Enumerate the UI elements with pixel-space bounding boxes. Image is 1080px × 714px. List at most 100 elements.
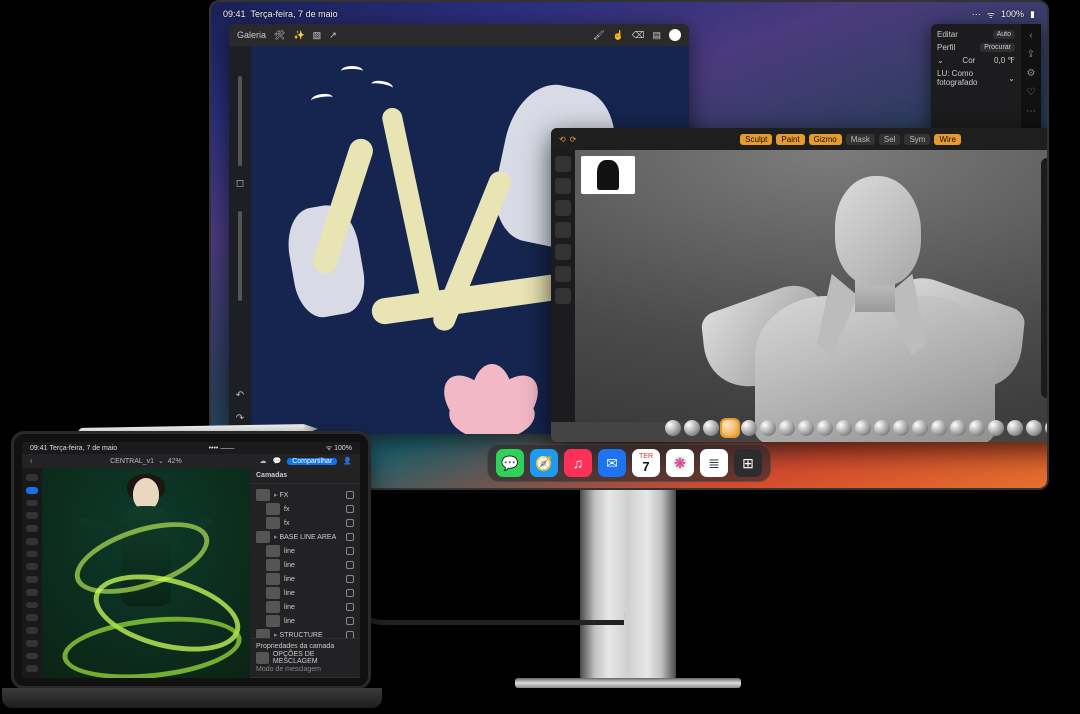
back-button[interactable]: ‹ [30, 458, 32, 465]
comment-icon[interactable]: 💬 [272, 457, 281, 465]
sliders-icon[interactable]: ⚙ [1027, 68, 1036, 79]
nomad-chip-mask[interactable]: Mask [846, 134, 875, 145]
ipad-tool[interactable] [26, 665, 38, 672]
share-icon[interactable]: ⇪ [1027, 49, 1035, 60]
color-icon[interactable] [669, 29, 681, 41]
chevron-down-icon[interactable]: ⌄ [1008, 74, 1015, 83]
nomad-left-tool[interactable] [555, 156, 571, 172]
dock-app-reminders[interactable]: ≣ [700, 449, 728, 477]
chevron-down-icon[interactable]: ⌄ [158, 458, 164, 465]
visibility-toggle[interactable] [346, 491, 354, 499]
nomad-chip-paint[interactable]: Paint [776, 134, 804, 145]
ipad-tool[interactable] [26, 487, 38, 494]
ipad-tool[interactable] [26, 538, 38, 545]
visibility-toggle[interactable] [346, 505, 354, 513]
visibility-toggle[interactable] [346, 561, 354, 569]
dock-app-calendar[interactable]: TER7 [632, 449, 660, 477]
person-icon[interactable]: 👤 [343, 457, 352, 465]
mirror-icon[interactable]: ⟲ [559, 135, 566, 144]
nomad-chip-sym[interactable]: Sym [904, 134, 930, 145]
brush-preset[interactable] [665, 420, 681, 436]
smudge-icon[interactable]: ☝ [613, 30, 624, 41]
layers-list[interactable]: FXfxfxBASE LINE AREAlinelinelinelineline… [250, 484, 360, 639]
dock-app-photos[interactable]: ❋ [666, 449, 694, 477]
brush-preset[interactable] [874, 420, 890, 436]
back-icon[interactable]: ‹ [1029, 30, 1032, 41]
nomad-left-tool[interactable] [555, 200, 571, 216]
arrow-icon[interactable]: ↗ [329, 30, 337, 41]
brush-preset[interactable] [1045, 420, 1050, 436]
brush-preset[interactable] [722, 420, 738, 436]
brush-preset[interactable] [817, 420, 833, 436]
nomad-left-tool[interactable] [555, 222, 571, 238]
favorite-icon[interactable]: ♡ [1027, 87, 1036, 98]
visibility-toggle[interactable] [346, 603, 354, 611]
brush-preset[interactable] [741, 420, 757, 436]
ipad-tool[interactable] [26, 640, 38, 647]
brush-preset[interactable] [703, 420, 719, 436]
blend-mode-label[interactable]: Modo de mesclagem [256, 666, 354, 673]
layer-item[interactable]: line [256, 614, 354, 628]
nomad-chip-sel[interactable]: Sel [879, 134, 901, 145]
layer-item[interactable]: fx [256, 502, 354, 516]
ipad-tool[interactable] [26, 653, 38, 660]
brush-size-slider[interactable] [238, 76, 242, 166]
modify-icon[interactable]: ◻ [236, 178, 244, 189]
reference-thumbnail[interactable] [581, 156, 635, 194]
nomad-canvas[interactable] [575, 150, 1049, 422]
layer-item[interactable]: line [256, 572, 354, 586]
dock-app-app-library[interactable]: ⊞ [734, 449, 762, 477]
nomad-chip-wire[interactable]: Wire [934, 134, 960, 145]
gallery-button[interactable]: Galeria [237, 30, 266, 40]
brush-preset[interactable] [912, 420, 928, 436]
profile-button[interactable]: Procurar [980, 43, 1015, 52]
document-title[interactable]: CENTRAL_v1 [110, 458, 154, 465]
eraser-icon[interactable]: ⌫ [632, 30, 645, 41]
zoom-level[interactable]: 42% [168, 458, 182, 465]
layer-group[interactable]: STRUCTURE [256, 628, 354, 639]
nomad-left-tool[interactable] [555, 178, 571, 194]
nomad-chip-gizmo[interactable]: Gizmo [809, 134, 842, 145]
ipad-tool[interactable] [26, 551, 38, 558]
nomad-window[interactable]: ⟲ ⟳ SculptPaintGizmoMaskSelSymWire ViewC… [551, 128, 1049, 442]
brush-preset[interactable] [893, 420, 909, 436]
inspector-row-label[interactable]: LU: Como fotografado [937, 69, 1008, 87]
nomad-left-tool[interactable] [555, 266, 571, 282]
layer-group[interactable]: BASE LINE AREA [256, 530, 354, 544]
nomad-chip-sculpt[interactable]: Sculpt [740, 134, 772, 145]
dock-app-mail[interactable]: ✉︎ [598, 449, 626, 477]
ipad-tool[interactable] [26, 602, 38, 609]
dock-app-messages[interactable]: 💬 [496, 449, 524, 477]
visibility-toggle[interactable] [346, 575, 354, 583]
ipad-tool[interactable] [26, 589, 38, 596]
share-button[interactable]: Compartilhar [287, 458, 337, 465]
brush-preset[interactable] [950, 420, 966, 436]
layer-item[interactable]: line [256, 586, 354, 600]
mirror-icon[interactable]: ⟳ [570, 135, 577, 144]
brush-preset[interactable] [798, 420, 814, 436]
brush-icon[interactable]: 🖌 [593, 30, 604, 41]
materials-panel[interactable]: ▦ Materials ＋ ≡ Flat ColorMatCap RedChal… [1041, 158, 1049, 398]
wrench-icon[interactable]: 🛠 [274, 30, 285, 41]
material-green-met[interactable]: Green Met [1047, 297, 1049, 331]
brush-preset[interactable] [836, 420, 852, 436]
ipad-tool[interactable] [26, 500, 38, 507]
ipad-canvas[interactable] [42, 468, 250, 678]
brush-preset[interactable] [1026, 420, 1042, 436]
brush-preset[interactable] [684, 420, 700, 436]
ipad-tool[interactable] [26, 512, 38, 519]
layer-item[interactable]: line [256, 544, 354, 558]
visibility-toggle[interactable] [346, 533, 354, 541]
auto-button[interactable]: Auto [993, 30, 1015, 39]
ipad-right-panel[interactable]: Camadas FXfxfxBASE LINE AREAlinelineline… [250, 468, 360, 678]
layers-icon[interactable]: ▤ [652, 30, 661, 41]
ipad-tool[interactable] [26, 576, 38, 583]
visibility-toggle[interactable] [346, 519, 354, 527]
dock-app-safari[interactable]: 🧭 [530, 449, 558, 477]
wand-icon[interactable]: ✨ [293, 30, 304, 41]
blend-options[interactable]: OPÇÕES DE MESCLAGEM [273, 651, 354, 665]
material-chrome-b[interactable]: Chrome B [1047, 221, 1049, 255]
visibility-toggle[interactable] [346, 589, 354, 597]
dock-app-music[interactable]: ♫ [564, 449, 592, 477]
visibility-toggle[interactable] [346, 631, 354, 639]
